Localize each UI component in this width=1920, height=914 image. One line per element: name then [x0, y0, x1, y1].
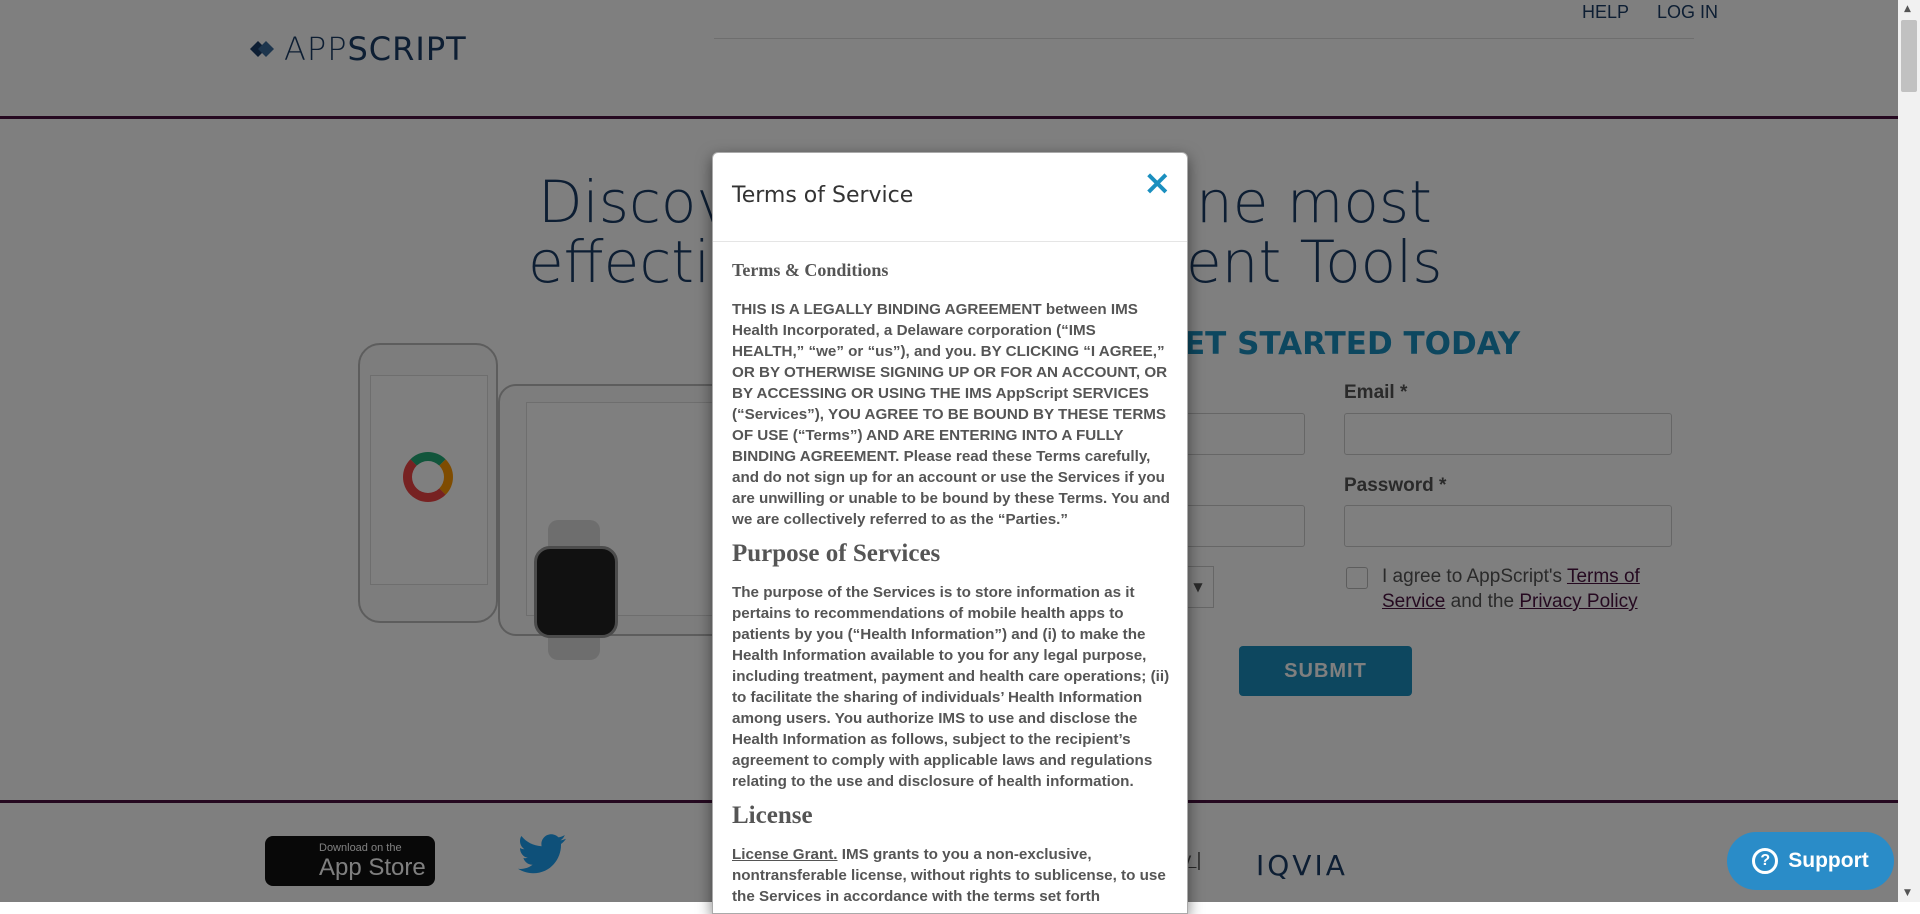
- support-button[interactable]: ? Support: [1727, 832, 1894, 890]
- terms-of-service-modal: Terms of Service × Terms & Conditions TH…: [712, 152, 1188, 914]
- modal-header: Terms of Service ×: [713, 153, 1187, 242]
- scroll-down-arrow-icon[interactable]: ▼: [1904, 888, 1911, 898]
- help-question-icon: ?: [1752, 848, 1779, 874]
- license-paragraph: License Grant. IMS grants to you a non-e…: [732, 844, 1172, 907]
- page-scrollbar[interactable]: ▲ ▼: [1898, 0, 1920, 902]
- terms-conditions-heading: Terms & Conditions: [732, 260, 889, 280]
- binding-agreement-paragraph: THIS IS A LEGALLY BINDING AGREEMENT betw…: [732, 301, 1170, 528]
- modal-title: Terms of Service: [732, 183, 914, 208]
- purpose-paragraph: The purpose of the Services is to store …: [732, 584, 1170, 790]
- license-heading: License: [732, 802, 813, 829]
- license-grant-label: License Grant.: [732, 846, 838, 863]
- modal-body[interactable]: Terms & Conditions THIS IS A LEGALLY BIN…: [732, 260, 1172, 907]
- close-icon[interactable]: ×: [1143, 163, 1172, 203]
- scroll-up-arrow-icon[interactable]: ▲: [1904, 4, 1911, 14]
- scroll-thumb[interactable]: [1901, 20, 1917, 92]
- purpose-of-services-heading: Purpose of Services: [732, 540, 941, 567]
- support-label: Support: [1788, 849, 1869, 872]
